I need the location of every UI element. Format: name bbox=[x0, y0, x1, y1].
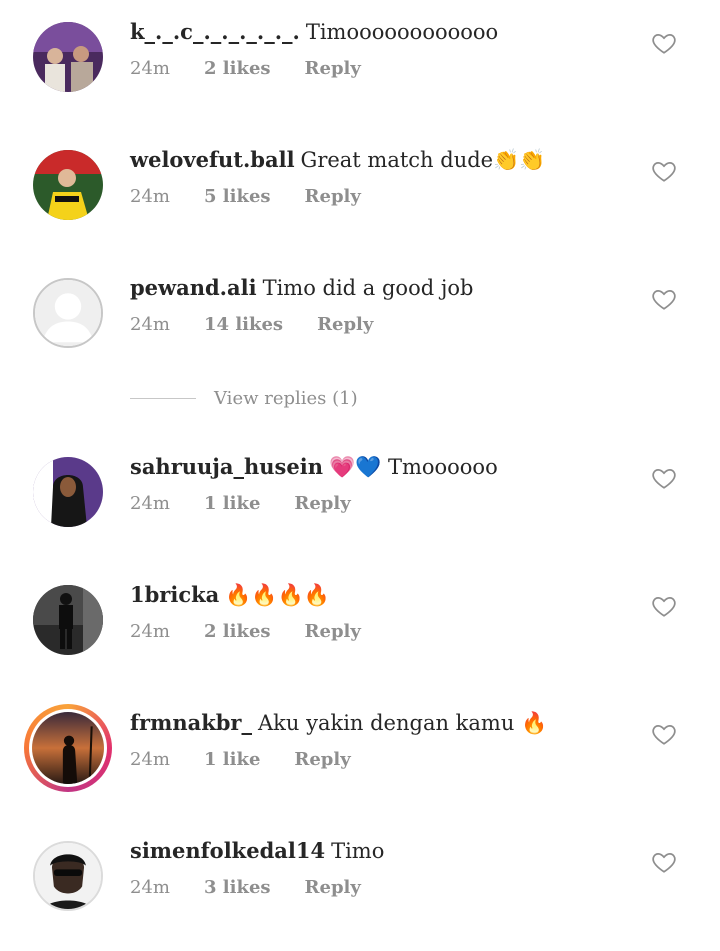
reply-button[interactable]: Reply bbox=[305, 621, 361, 642]
comment-text-line: 1bricka 🔥🔥🔥🔥 bbox=[130, 581, 330, 609]
comment-likes[interactable]: 2 likes bbox=[204, 58, 271, 79]
comment-username[interactable]: frmnakbr_ bbox=[130, 710, 252, 735]
avatar[interactable] bbox=[33, 278, 103, 348]
reply-button[interactable]: Reply bbox=[305, 186, 361, 207]
avatar-story-ring[interactable] bbox=[24, 704, 112, 792]
comment-meta: 24m 1 like Reply bbox=[130, 493, 351, 514]
comment-item: frmnakbr_ Aku yakin dengan kamu 🔥 24m 1 li… bbox=[0, 704, 720, 823]
comment-username[interactable]: sahruuja_husein bbox=[130, 454, 323, 479]
heart-icon[interactable] bbox=[651, 30, 677, 56]
comment-item: 1bricka 🔥🔥🔥🔥 24m 2 likes Reply bbox=[0, 582, 720, 695]
comment-time: 24m bbox=[130, 621, 170, 642]
comment-time: 24m bbox=[130, 58, 170, 79]
comment-username[interactable]: welovefut.ball bbox=[130, 147, 295, 172]
comment-meta: 24m 2 likes Reply bbox=[130, 621, 361, 642]
comment-body: Timoooooooooooo bbox=[305, 20, 499, 44]
avatar-image bbox=[33, 457, 103, 527]
reply-button[interactable]: Reply bbox=[294, 749, 350, 770]
reply-button[interactable]: Reply bbox=[294, 493, 350, 514]
comment-body: Great match dude👏👏 bbox=[300, 148, 546, 172]
reply-button[interactable]: Reply bbox=[305, 877, 361, 898]
avatar-image bbox=[32, 712, 104, 784]
avatar-image bbox=[33, 585, 103, 655]
comment-likes[interactable]: 3 likes bbox=[204, 877, 271, 898]
comment-item: welovefut.ball Great match dude👏👏 24m 5 li… bbox=[0, 147, 720, 260]
avatar bbox=[32, 712, 104, 784]
comment-username[interactable]: k_._.c_._._._._._. bbox=[130, 19, 300, 44]
comment-item: pewand.ali Timo did a good job 24m 14 like… bbox=[0, 275, 720, 388]
comment-body: 💗💙 Tmoooooo bbox=[328, 455, 498, 479]
comment-body: 🔥🔥🔥🔥 bbox=[225, 583, 330, 607]
view-replies-label: View replies (1) bbox=[214, 388, 358, 409]
avatar-image bbox=[33, 22, 103, 92]
comment-text-line: sahruuja_husein 💗💙 Tmoooooo bbox=[130, 453, 498, 481]
avatar-ring-inner bbox=[29, 709, 107, 787]
comment-meta: 24m 1 like Reply bbox=[130, 749, 351, 770]
comment-text-line: frmnakbr_ Aku yakin dengan kamu 🔥 bbox=[130, 709, 547, 737]
comment-item: k_._.c_._._._._._. Timoooooooooooo 24m 2 l… bbox=[0, 19, 720, 132]
comment-text-line: simenfolkedal14 Timo bbox=[130, 837, 384, 865]
comment-item: simenfolkedal14 Timo 24m 3 likes Reply bbox=[0, 838, 720, 951]
heart-icon[interactable] bbox=[651, 593, 677, 619]
comment-body: Timo bbox=[331, 839, 385, 863]
heart-icon[interactable] bbox=[651, 286, 677, 312]
heart-icon[interactable] bbox=[651, 721, 677, 747]
avatar-image bbox=[35, 843, 101, 909]
avatar[interactable] bbox=[33, 150, 103, 220]
avatar[interactable] bbox=[33, 457, 103, 527]
comment-item: sahruuja_husein 💗💙 Tmoooooo 24m 1 like Repl… bbox=[0, 454, 720, 567]
comment-body: Aku yakin dengan kamu 🔥 bbox=[258, 711, 548, 735]
comment-text-line: k_._.c_._._._._._. Timoooooooooooo bbox=[130, 18, 498, 46]
comment-time: 24m bbox=[130, 877, 170, 898]
comment-likes[interactable]: 14 likes bbox=[204, 314, 283, 335]
comment-time: 24m bbox=[130, 186, 170, 207]
avatar-default-image bbox=[35, 280, 101, 346]
avatar[interactable] bbox=[33, 22, 103, 92]
avatar-image bbox=[33, 150, 103, 220]
comment-time: 24m bbox=[130, 493, 170, 514]
heart-icon[interactable] bbox=[651, 465, 677, 491]
comment-username[interactable]: 1bricka bbox=[130, 582, 219, 607]
avatar[interactable] bbox=[33, 585, 103, 655]
comment-likes[interactable]: 2 likes bbox=[204, 621, 271, 642]
comment-time: 24m bbox=[130, 749, 170, 770]
comment-username[interactable]: simenfolkedal14 bbox=[130, 838, 325, 863]
comment-meta: 24m 14 likes Reply bbox=[130, 314, 373, 335]
comment-time: 24m bbox=[130, 314, 170, 335]
comment-meta: 24m 3 likes Reply bbox=[130, 877, 361, 898]
view-replies-divider bbox=[130, 398, 196, 399]
heart-icon[interactable] bbox=[651, 158, 677, 184]
comment-likes[interactable]: 1 like bbox=[204, 749, 260, 770]
comment-text-line: welovefut.ball Great match dude👏👏 bbox=[130, 146, 545, 174]
comment-body: Timo did a good job bbox=[262, 276, 474, 300]
reply-button[interactable]: Reply bbox=[317, 314, 373, 335]
comment-meta: 24m 5 likes Reply bbox=[130, 186, 361, 207]
comment-text-line: pewand.ali Timo did a good job bbox=[130, 274, 473, 302]
avatar[interactable] bbox=[33, 841, 103, 911]
comment-likes[interactable]: 5 likes bbox=[204, 186, 271, 207]
comment-meta: 24m 2 likes Reply bbox=[130, 58, 361, 79]
comment-username[interactable]: pewand.ali bbox=[130, 275, 257, 300]
reply-button[interactable]: Reply bbox=[305, 58, 361, 79]
comment-likes[interactable]: 1 like bbox=[204, 493, 260, 514]
heart-icon[interactable] bbox=[651, 849, 677, 875]
